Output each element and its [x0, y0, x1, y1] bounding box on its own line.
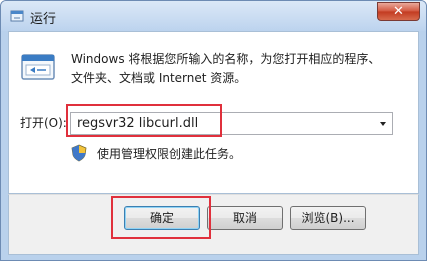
cancel-button[interactable]: 取消 — [207, 206, 283, 230]
browse-button[interactable]: 浏览(B)... — [290, 206, 366, 230]
open-label: 打开(O): — [20, 116, 67, 130]
run-program-icon — [21, 54, 55, 80]
run-description: Windows 将根据您所输入的名称，为您打开相应的程序、 文件夹、文档或 In… — [71, 50, 411, 88]
description-line-1: Windows 将根据您所输入的名称，为您打开相应的程序、 — [71, 52, 381, 66]
ok-highlight-box — [111, 196, 211, 239]
window-title: 运行 — [30, 12, 57, 27]
admin-note: 使用管理权限创建此任务。 — [97, 147, 242, 161]
title-bar[interactable]: 运行 ✕ — [1, 1, 426, 31]
close-button[interactable]: ✕ — [377, 2, 420, 21]
description-line-2: 文件夹、文档或 Internet 资源。 — [71, 71, 247, 85]
button-bar: 确定 取消 浏览(B)... — [8, 194, 419, 255]
chevron-down-icon[interactable] — [377, 118, 389, 130]
close-icon: ✕ — [393, 4, 404, 19]
dialog-content: Windows 将根据您所输入的名称，为您打开相应的程序、 文件夹、文档或 In… — [8, 31, 419, 194]
input-highlight-box — [66, 104, 222, 137]
run-dialog: 运行 ✕ Windows 将根据您所输入的名称，为您打开相应的程序、 文件夹、文… — [0, 0, 427, 261]
run-icon — [10, 10, 24, 22]
uac-shield-icon — [71, 144, 87, 162]
